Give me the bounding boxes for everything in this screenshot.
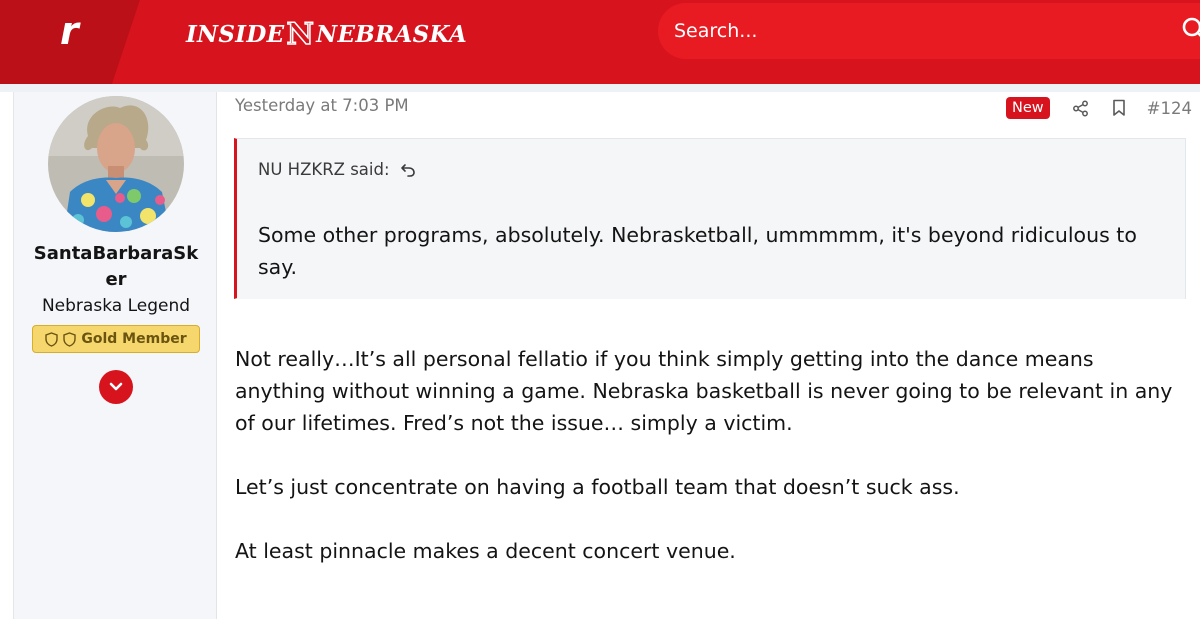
quote-author[interactable]: NU HZKRZ said: bbox=[258, 160, 416, 179]
site-title[interactable]: INSIDE N NEBRASKA bbox=[186, 14, 467, 54]
avatar[interactable] bbox=[48, 96, 184, 232]
quote-author-label: NU HZKRZ said: bbox=[258, 160, 390, 179]
post-actions: New #124 bbox=[1006, 97, 1192, 119]
rivals-r-icon: r bbox=[0, 0, 140, 84]
site-title-left: INSIDE bbox=[186, 20, 285, 48]
badge-label: Gold Member bbox=[81, 331, 187, 347]
avatar-image bbox=[48, 96, 184, 232]
username[interactable]: SantaBarbaraSker bbox=[14, 241, 218, 293]
quote-content: Some other programs, absolutely. Nebrask… bbox=[237, 201, 1185, 299]
gold-member-badge: Gold Member bbox=[32, 325, 200, 353]
post-timestamp[interactable]: Yesterday at 7:03 PM bbox=[235, 96, 409, 115]
header-divider bbox=[0, 84, 1200, 92]
reply-arrow-icon[interactable] bbox=[400, 162, 416, 178]
post-number[interactable]: #124 bbox=[1147, 99, 1192, 118]
post-paragraph: Not really…It’s all personal fellatio if… bbox=[235, 347, 1173, 435]
chevron-down-icon bbox=[109, 382, 123, 391]
rivals-logo[interactable]: r bbox=[0, 0, 140, 84]
search-box[interactable] bbox=[658, 3, 1200, 59]
shield-icon bbox=[45, 331, 59, 347]
site-title-right: NEBRASKA bbox=[316, 20, 468, 48]
site-header: r INSIDE N NEBRASKA bbox=[0, 0, 1200, 84]
quote-text: Some other programs, absolutely. Nebrask… bbox=[258, 223, 1137, 279]
expand-user-info-button[interactable] bbox=[99, 370, 133, 404]
svg-text:r: r bbox=[60, 9, 81, 53]
post-body: Not really…It’s all personal fellatio if… bbox=[235, 343, 1185, 599]
search-icon[interactable] bbox=[1180, 15, 1200, 45]
nebraska-n-logo: N bbox=[286, 16, 315, 53]
quote-header: NU HZKRZ said: bbox=[237, 139, 1185, 201]
user-title: Nebraska Legend bbox=[41, 296, 191, 316]
quote-block: NU HZKRZ said: Some other programs, abso… bbox=[234, 138, 1186, 299]
post-paragraph: Let’s just concentrate on having a footb… bbox=[235, 475, 960, 499]
post-paragraph: At least pinnacle makes a decent concert… bbox=[235, 539, 736, 563]
message-user-panel: SantaBarbaraSker Nebraska Legend Gold Me… bbox=[13, 92, 217, 619]
bookmark-icon[interactable] bbox=[1111, 99, 1127, 117]
shield-icon bbox=[63, 331, 77, 347]
search-input[interactable] bbox=[674, 3, 1174, 59]
new-badge: New bbox=[1006, 97, 1050, 119]
share-icon[interactable] bbox=[1072, 100, 1089, 117]
